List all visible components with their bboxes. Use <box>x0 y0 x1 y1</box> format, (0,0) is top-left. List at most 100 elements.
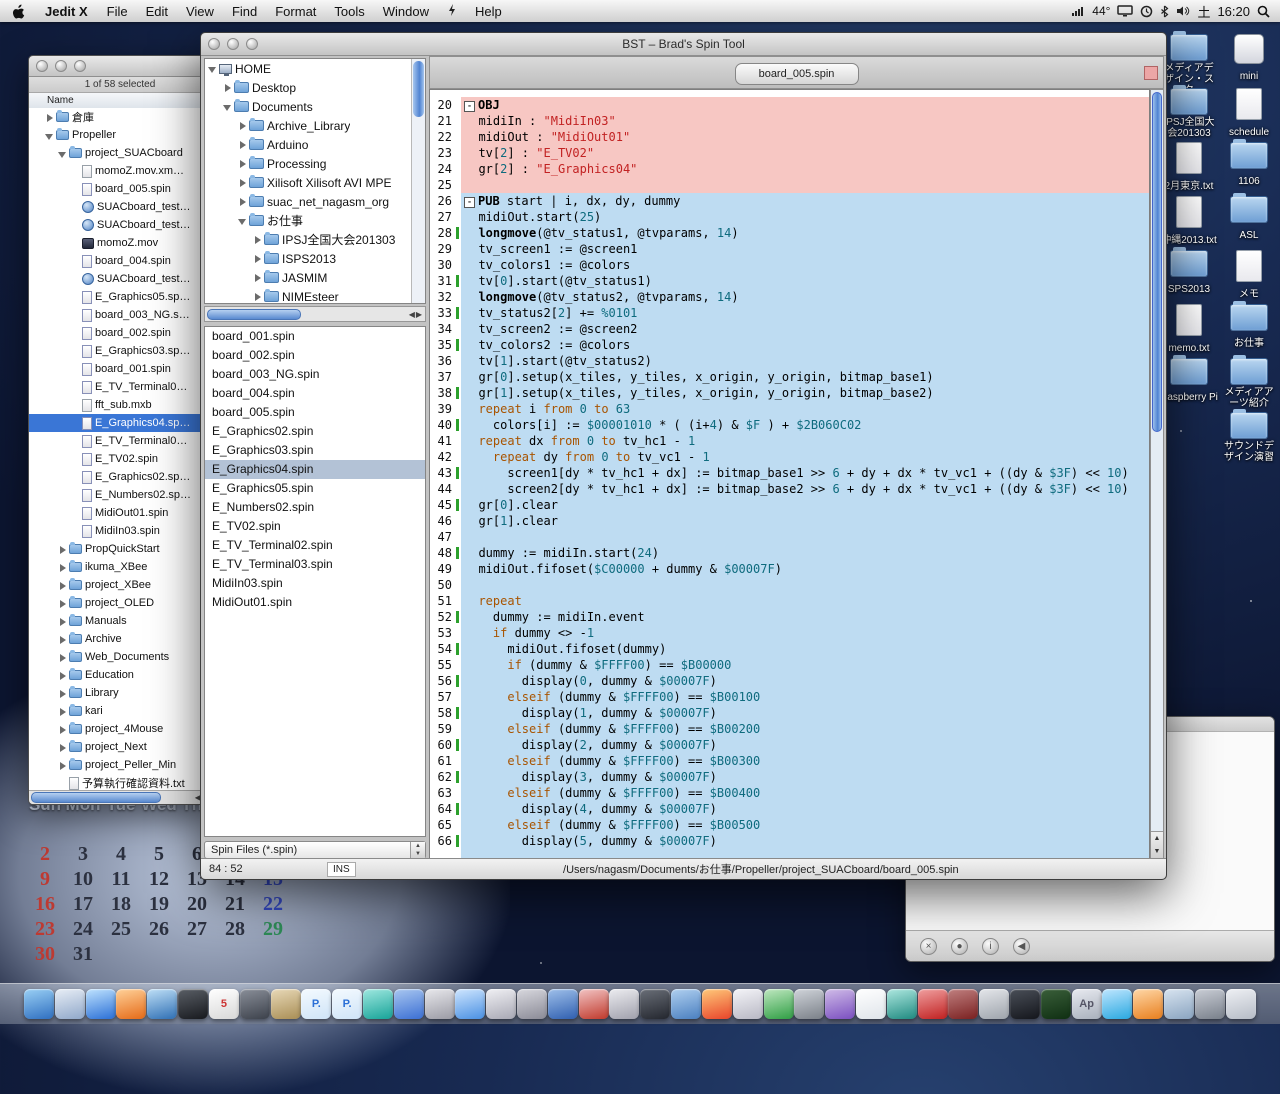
tree-item[interactable]: IPSJ全国大会201303 <box>205 230 412 249</box>
file-item[interactable]: board_004.spin <box>205 384 425 403</box>
code-line[interactable]: 46 gr[1].clear <box>430 513 1149 529</box>
file-item[interactable]: board_001.spin <box>205 327 425 346</box>
code-line[interactable]: 50 <box>430 577 1149 593</box>
finder-row[interactable]: fft_sub.mxb <box>29 396 211 414</box>
code-line[interactable]: 44 screen2[dy * tv_hc1 + dx] := bitmap_b… <box>430 481 1149 497</box>
file-item[interactable]: MidiIn03.spin <box>205 574 425 593</box>
close-button[interactable] <box>36 60 48 72</box>
bluetooth-icon[interactable] <box>1160 5 1169 18</box>
disclosure-triangle-icon[interactable] <box>57 652 68 663</box>
menu-edit[interactable]: Edit <box>137 4 177 19</box>
finder-row[interactable]: E_Graphics04.sp… <box>29 414 211 432</box>
code-line[interactable]: 26 - PUB start | i, dx, dy, dummy <box>430 193 1149 209</box>
time-machine-icon[interactable] <box>1140 5 1153 18</box>
file-item[interactable]: MidiOut01.spin <box>205 593 425 612</box>
finder-row[interactable]: MidiIn03.spin <box>29 522 211 540</box>
code-line[interactable]: 57 elseif (dummy & $FFFF00) == $B00100 <box>430 689 1149 705</box>
code-line[interactable]: 61 elseif (dummy & $FFFF00) == $B00300 <box>430 753 1149 769</box>
menu-format[interactable]: Format <box>266 4 325 19</box>
finder-row[interactable]: SUACboard_test… <box>29 216 211 234</box>
dock-icon-pages[interactable] <box>609 989 640 1019</box>
code-line[interactable]: 55 if (dummy & $FFFF00) == $B00000 <box>430 657 1149 673</box>
desktop-icon[interactable]: mini <box>1220 34 1278 84</box>
dock-icon-silver-app[interactable] <box>979 989 1010 1019</box>
scroll-thumb[interactable] <box>413 61 424 117</box>
scroll-arrows[interactable]: ▲ ▼ <box>1151 831 1163 858</box>
horizontal-scrollbar[interactable]: ◀▶ <box>29 790 211 804</box>
fold-toggle-icon[interactable]: - <box>464 197 475 208</box>
disclosure-triangle-icon[interactable] <box>57 724 68 735</box>
code-line[interactable]: 20 - OBJ <box>430 97 1149 113</box>
file-item[interactable]: E_Graphics04.spin <box>205 460 425 479</box>
dock-icon-firefox[interactable] <box>116 989 147 1019</box>
finder-row[interactable]: momoZ.mov <box>29 234 211 252</box>
code-line[interactable]: 54 midiOut.fifoset(dummy) <box>430 641 1149 657</box>
disclosure-triangle-icon[interactable] <box>57 562 68 573</box>
disclosure-triangle-icon[interactable] <box>57 670 68 681</box>
tree-item[interactable]: ISPS2013 <box>205 249 412 268</box>
dock-icon-terminal[interactable] <box>178 989 209 1019</box>
dock-icon-parallels-2[interactable]: P. <box>332 989 363 1019</box>
code-line[interactable]: 30 tv_colors1 := @colors <box>430 257 1149 273</box>
dock-icon-acrobat[interactable] <box>578 989 609 1019</box>
desktop-icon[interactable]: サウンドデザイン演習 <box>1220 409 1278 465</box>
menu-find[interactable]: Find <box>223 4 266 19</box>
desktop-icon[interactable]: メディアアーツ紹介 <box>1220 355 1278 411</box>
finder-row[interactable]: 倉庫 <box>29 108 211 126</box>
finder-row[interactable]: board_001.spin <box>29 360 211 378</box>
code-line[interactable]: 62 display(3, dummy & $00007F) <box>430 769 1149 785</box>
code-line[interactable]: 32 longmove(@tv_status2, @tvparams, 14) <box>430 289 1149 305</box>
tree-item[interactable]: Desktop <box>205 78 412 97</box>
finder-row[interactable]: E_Graphics05.sp… <box>29 288 211 306</box>
code-line[interactable]: 52 dummy := midiIn.event <box>430 609 1149 625</box>
history-button[interactable]: ● <box>951 937 968 955</box>
finder-row[interactable]: project_SUACboard <box>29 144 211 162</box>
finder-row[interactable]: ikuma_XBee <box>29 558 211 576</box>
dock-icon-ichat[interactable] <box>362 989 393 1019</box>
pane-splitter-button[interactable] <box>1144 66 1158 80</box>
file-item[interactable]: board_002.spin <box>205 346 425 365</box>
file-item[interactable]: E_Graphics03.spin <box>205 441 425 460</box>
desktop-icon[interactable]: SPS2013 <box>1160 247 1218 297</box>
finder-row[interactable]: project_OLED <box>29 594 211 612</box>
code-line[interactable]: 48 dummy := midiIn.start(24) <box>430 545 1149 561</box>
code-line[interactable]: 23 tv[2] : "E_TV02" <box>430 145 1149 161</box>
disclosure-triangle-icon[interactable] <box>44 130 55 141</box>
finder-row[interactable]: board_003_NG.s… <box>29 306 211 324</box>
script-menu-icon[interactable] <box>438 3 466 20</box>
code-line[interactable]: 34 tv_screen2 := @screen2 <box>430 321 1149 337</box>
tree-item[interactable]: Xilisoft Xilisoft AVI MPE <box>205 173 412 192</box>
file-item[interactable]: board_005.spin <box>205 403 425 422</box>
editor-vertical-scrollbar[interactable]: ▲ ▼ <box>1150 89 1164 859</box>
finder-row[interactable]: SUACboard_test… <box>29 270 211 288</box>
app-menu[interactable]: Jedit X <box>35 4 98 19</box>
code-line[interactable]: 63 elseif (dummy & $FFFF00) == $B00400 <box>430 785 1149 801</box>
tree-item[interactable]: Processing <box>205 154 412 173</box>
dock-icon-skype[interactable] <box>1102 989 1133 1019</box>
code-line[interactable]: 59 elseif (dummy & $FFFF00) == $B00200 <box>430 721 1149 737</box>
dock-icon-parallels[interactable]: P. <box>301 989 332 1019</box>
finder-row[interactable]: project_Peller_Min <box>29 756 211 774</box>
file-item[interactable]: E_Graphics02.spin <box>205 422 425 441</box>
file-item[interactable]: E_Graphics05.spin <box>205 479 425 498</box>
dock-icon-safari[interactable] <box>85 989 116 1019</box>
code-line[interactable]: 38 gr[1].setup(x_tiles, y_tiles, x_origi… <box>430 385 1149 401</box>
close-button[interactable] <box>208 38 220 50</box>
dock-icon-textedit[interactable] <box>486 989 517 1019</box>
disclosure-triangle-icon[interactable] <box>57 598 68 609</box>
tab-board-005[interactable]: board_005.spin <box>734 63 859 85</box>
tree-item[interactable]: Archive_Library <box>205 116 412 135</box>
disclosure-triangle-icon[interactable] <box>57 148 68 159</box>
disclosure-triangle-icon[interactable] <box>252 253 263 264</box>
desktop-icon[interactable]: 沖縄2013.txt <box>1160 196 1218 248</box>
back-button[interactable]: ◀ <box>1013 937 1030 955</box>
dock-icon-red-app[interactable] <box>917 989 948 1019</box>
minimize-button[interactable] <box>55 60 67 72</box>
code-line[interactable]: 49 midiOut.fifoset($C00000 + dummy & $00… <box>430 561 1149 577</box>
spotlight-icon[interactable] <box>1257 5 1270 18</box>
tree-item[interactable]: suac_net_nagasm_org <box>205 192 412 211</box>
finder-row[interactable]: project_4Mouse <box>29 720 211 738</box>
code-line[interactable]: 41 repeat dx from 0 to tv_hc1 - 1 <box>430 433 1149 449</box>
disclosure-triangle-icon[interactable] <box>252 291 263 302</box>
menu-window[interactable]: Window <box>374 4 438 19</box>
